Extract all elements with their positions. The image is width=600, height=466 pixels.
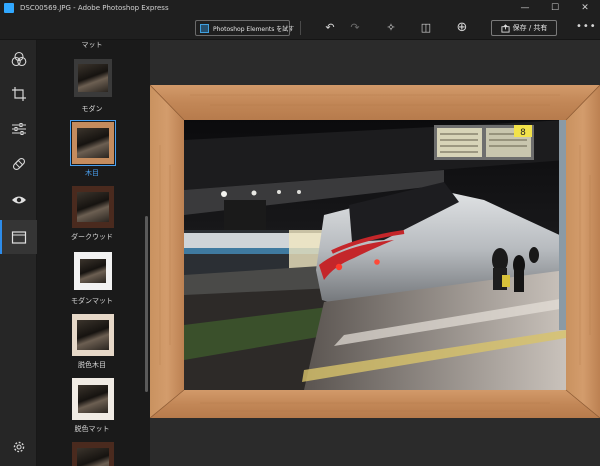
frame-label-modern-matte: モダンマット [71,297,113,305]
frames-tool-button[interactable] [0,220,37,254]
healing-tool-button[interactable] [0,147,37,181]
share-icon [501,23,510,33]
try-photoshop-elements-button[interactable]: Photoshop Elements を試す [195,20,294,36]
photoshop-elements-icon [200,23,209,33]
frame-label-dark-wood: ダークウッド [71,233,113,241]
settings-gear-icon [13,441,24,453]
crop-tool-button[interactable] [0,77,37,111]
frame-thumb-modern[interactable] [72,57,114,99]
auto-fix-icon[interactable]: ✧ [383,20,399,36]
app-icon [4,3,14,13]
frame-label-bleached-matte: 脱色マット [74,425,110,433]
photoshop-express-window: DSC00569.JPG - Adobe Photoshop Express —… [0,0,600,466]
top-toolbar: Photoshop Elements を試す ↶ ↷ ✧ ◫ ⊕ 保存 / 共有… [0,16,600,40]
healing-bandage-icon [12,157,25,171]
title-bar: DSC00569.JPG - Adobe Photoshop Express —… [0,0,600,16]
save-share-label: 保存 / 共有 [512,24,548,32]
close-button[interactable]: ✕ [570,0,600,16]
compare-icon[interactable]: ◫ [418,20,434,36]
tool-rail [0,40,37,466]
frame-thumb-modern-matte[interactable] [72,250,114,292]
red-eye-tool-button[interactable] [0,183,37,217]
crop-icon [11,87,26,101]
frames-panel-scrollbar[interactable] [143,40,150,466]
frame-thumb-next[interactable] [72,442,114,466]
settings-button[interactable] [0,430,37,464]
frame-label-wood: 木目 [85,169,99,177]
try-photoshop-elements-label: Photoshop Elements を試す [213,25,295,33]
adjust-sliders-icon [11,123,26,135]
departure-board-digit: 8 [520,128,526,138]
photo-train-station: 8 [184,120,566,390]
frame-thumb-bleached-wood[interactable] [72,314,114,356]
undo-icon[interactable]: ↶ [322,20,338,36]
frame-label-matte: マット [81,41,103,49]
color-looks-icon [11,51,26,67]
save-share-button[interactable]: 保存 / 共有 [491,20,557,36]
scrollbar-thumb[interactable] [145,216,148,392]
frame-label-modern: モダン [81,105,103,113]
redo-icon[interactable]: ↷ [347,20,363,36]
zoom-in-icon[interactable]: ⊕ [454,20,470,36]
frame-thumb-dark-wood[interactable] [72,186,114,228]
adjust-tool-button[interactable] [0,112,37,146]
looks-tool-button[interactable] [0,42,37,76]
more-options-icon[interactable]: ••• [576,20,596,36]
toolbar-divider [300,21,301,35]
image-canvas[interactable]: 8 [150,40,600,466]
frames-panel: マット モダン 木目 ダークウッド モダンマット 脱色木目 脱色マット [37,40,150,466]
wood-frame: 8 [150,85,600,418]
maximize-button[interactable]: ☐ [540,0,570,16]
window-title: DSC00569.JPG - Adobe Photoshop Express [20,4,169,12]
frame-thumb-bleached-matte[interactable] [72,378,114,420]
eye-icon [11,196,26,204]
frame-label-bleached-wood: 脱色木目 [78,361,106,369]
frame-thumb-wood[interactable] [70,120,116,166]
minimize-button[interactable]: — [510,0,540,16]
frame-icon [11,231,26,244]
